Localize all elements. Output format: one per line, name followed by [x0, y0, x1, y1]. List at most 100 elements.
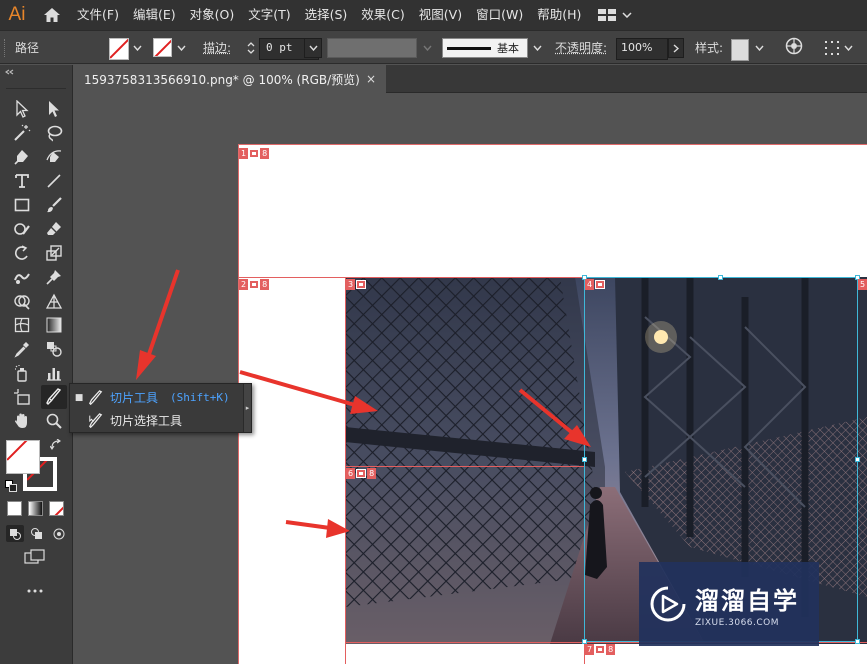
color-button[interactable] [7, 501, 22, 516]
style-label-text: 样式 [695, 41, 720, 55]
control-bar-grip[interactable] [4, 39, 7, 57]
eyedropper-tool[interactable] [9, 337, 35, 361]
blend-tool[interactable] [41, 337, 67, 361]
close-tab-button[interactable]: × [366, 72, 376, 86]
tools-collapse-button[interactable] [0, 65, 72, 79]
draw-behind-icon [31, 527, 42, 539]
draw-normal-button[interactable] [6, 525, 24, 542]
paintbrush-tool[interactable] [41, 193, 67, 217]
type-tool[interactable] [9, 169, 35, 193]
tool-grid [0, 97, 72, 433]
draw-inside-button[interactable] [50, 525, 68, 542]
type-t-icon [15, 174, 29, 188]
shaper-tool[interactable] [9, 217, 35, 241]
resize-handle[interactable] [855, 639, 860, 644]
swap-arrow-icon [49, 438, 61, 450]
graphic-style-dropdown[interactable] [752, 37, 766, 59]
fill-dropdown[interactable] [130, 37, 144, 59]
document-tab[interactable]: 1593758313566910.png* @ 100% (RGB/预览) × [74, 65, 386, 93]
column-graph-tool[interactable] [41, 361, 67, 385]
resize-handle[interactable] [582, 457, 587, 462]
selection-type-label: 路径 [15, 41, 40, 55]
warp-tool[interactable] [9, 265, 35, 289]
brush-definition[interactable]: 基本 [442, 38, 528, 58]
direct-selection-tool[interactable] [41, 97, 67, 121]
opacity-label[interactable]: 不透明度: [555, 37, 607, 59]
gradient-button[interactable] [28, 501, 43, 516]
menu-file[interactable]: 文件(F) [70, 0, 126, 30]
rectangle-tool[interactable] [9, 193, 35, 217]
puppet-warp-tool[interactable] [41, 265, 67, 289]
slice-tool[interactable] [41, 385, 67, 409]
stroke-weight-label[interactable]: 描边: [203, 37, 231, 59]
opacity-input[interactable]: 100% [616, 38, 668, 60]
flyout-item-slice-select-tool[interactable]: 切片选择工具 [70, 409, 245, 432]
swap-fill-stroke-button[interactable] [49, 438, 61, 453]
perspective-grid-icon [45, 293, 63, 309]
document-tab-title: 1593758313566910.png* @ 100% (RGB/预览) [84, 72, 360, 87]
stroke-weight-stepper[interactable] [244, 38, 258, 58]
shape-builder-tool[interactable] [9, 289, 35, 313]
color-wheel-icon [785, 37, 803, 55]
resize-handle[interactable] [855, 457, 860, 462]
recolor-artwork-button[interactable] [785, 37, 803, 59]
app-logo: Ai [8, 4, 26, 25]
chevron-down-icon [622, 12, 632, 18]
variable-width-dropdown[interactable] [420, 37, 434, 59]
artboard-tool[interactable] [9, 385, 35, 409]
resize-handle[interactable] [718, 275, 723, 280]
lasso-tool[interactable] [41, 121, 67, 145]
variable-width-profile[interactable] [327, 38, 417, 58]
symbol-sprayer-tool[interactable] [9, 361, 35, 385]
paintbrush-icon [47, 197, 62, 213]
default-fill-stroke-button[interactable] [5, 480, 17, 495]
eraser-tool[interactable] [41, 217, 67, 241]
curvature-tool[interactable] [41, 145, 67, 169]
mesh-tool[interactable] [9, 313, 35, 337]
menu-window[interactable]: 窗口(W) [469, 0, 530, 30]
line-segment-tool[interactable] [41, 169, 67, 193]
menu-object[interactable]: 对象(O) [183, 0, 242, 30]
more-dots-icon [27, 589, 43, 593]
stroke-color-dropdown[interactable] [174, 37, 188, 59]
menu-edit[interactable]: 编辑(E) [126, 0, 183, 30]
flyout-item-slice-tool[interactable]: ■ 切片工具 (Shift+K) [70, 386, 245, 409]
menu-select[interactable]: 选择(S) [298, 0, 355, 30]
pen-tool[interactable] [9, 145, 35, 169]
magic-wand-icon [14, 124, 31, 141]
opacity-expand[interactable] [668, 38, 684, 58]
rotate-tool[interactable] [9, 241, 35, 265]
gradient-icon [46, 317, 62, 333]
scale-tool[interactable] [41, 241, 67, 265]
selection-tool[interactable] [9, 97, 35, 121]
tools-panel-grip[interactable] [6, 79, 66, 89]
menu-type[interactable]: 文字(T) [241, 0, 297, 30]
tearoff-tab[interactable]: ▸ [243, 384, 251, 432]
draw-behind-button[interactable] [28, 525, 46, 542]
magic-wand-tool[interactable] [9, 121, 35, 145]
menu-view[interactable]: 视图(V) [412, 0, 469, 30]
stroke-swatch[interactable] [153, 38, 172, 57]
hand-tool[interactable] [9, 409, 35, 433]
arrow-filled-icon [49, 101, 59, 117]
home-button[interactable] [34, 0, 70, 30]
shape-builder-icon [14, 295, 30, 310]
spray-can-icon [15, 365, 27, 382]
perspective-grid-tool[interactable] [41, 289, 67, 313]
change-screen-mode-button[interactable] [24, 549, 46, 568]
gradient-tool[interactable] [41, 313, 67, 337]
brush-dropdown[interactable] [530, 37, 544, 59]
stroke-weight-dropdown[interactable] [304, 38, 322, 58]
zoom-tool[interactable] [41, 409, 67, 433]
workspace-switcher[interactable] [598, 0, 632, 30]
fill-color-box[interactable] [6, 440, 40, 474]
menu-help[interactable]: 帮助(H) [530, 0, 588, 30]
edit-toolbar-button[interactable] [27, 582, 43, 596]
graphic-style-swatch[interactable] [731, 39, 749, 61]
image-slice-icon [249, 280, 260, 289]
none-button[interactable] [49, 501, 64, 516]
fill-swatch[interactable] [109, 38, 129, 60]
menu-effect[interactable]: 效果(C) [354, 0, 411, 30]
chevron-right-icon [673, 43, 679, 53]
align-panel-button[interactable] [824, 37, 854, 59]
